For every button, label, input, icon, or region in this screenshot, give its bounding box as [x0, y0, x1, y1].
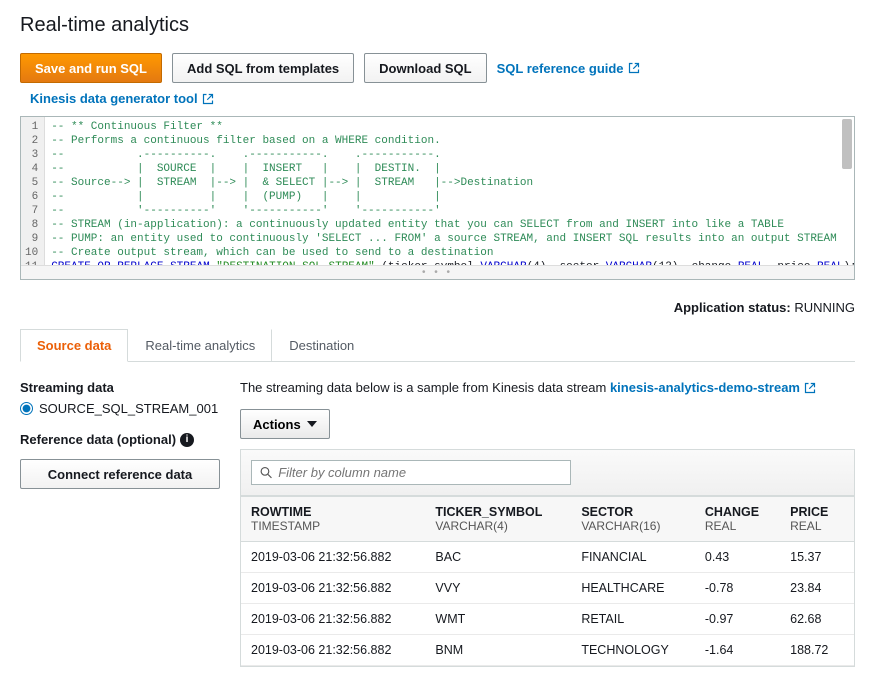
table-cell: 15.37	[780, 542, 847, 573]
actions-label: Actions	[253, 417, 301, 432]
table-cell: -1.64	[695, 635, 780, 666]
table-cell: BAC	[425, 542, 571, 573]
column-header[interactable]: PRICEREAL	[780, 497, 847, 542]
external-link-icon	[202, 93, 214, 105]
filter-box[interactable]	[251, 460, 571, 485]
column-header[interactable]: SECTORVARCHAR(16)	[571, 497, 695, 542]
link-label: SQL reference guide	[497, 61, 624, 76]
column-header[interactable]: ROWTIMETIMESTAMP	[241, 497, 425, 542]
streaming-source-radio[interactable]: SOURCE_SQL_STREAM_001	[20, 401, 220, 416]
editor-gutter: 12345678910111213	[21, 117, 45, 265]
table-row[interactable]: 2019-03-06 21:32:56.882VVYHEALTHCARE-0.7…	[241, 573, 854, 604]
column-header[interactable]: CHANGEREAL	[695, 497, 780, 542]
column-header[interactable]: PARTITION_KEYVARCHAR(512)	[847, 497, 854, 542]
data-table: ROWTIMETIMESTAMPTICKER_SYMBOLVARCHAR(4)S…	[241, 496, 854, 666]
table-cell: PartitionKey	[847, 604, 854, 635]
table-cell: -0.97	[695, 604, 780, 635]
table-cell: -0.78	[695, 573, 780, 604]
reference-heading-text: Reference data (optional)	[20, 432, 176, 447]
status-value: RUNNING	[794, 300, 855, 315]
link-label: Kinesis data generator tool	[30, 91, 198, 106]
external-link-icon	[804, 382, 816, 394]
table-cell: FINANCIAL	[571, 542, 695, 573]
tab-source-data[interactable]: Source data	[20, 329, 128, 362]
info-icon[interactable]: i	[180, 433, 194, 447]
table-cell: 2019-03-06 21:32:56.882	[241, 604, 425, 635]
table-cell: HEALTHCARE	[571, 573, 695, 604]
editor-scrollbar[interactable]	[842, 119, 852, 169]
table-cell: 2019-03-06 21:32:56.882	[241, 635, 425, 666]
streaming-source-label: SOURCE_SQL_STREAM_001	[39, 401, 218, 416]
reference-data-heading: Reference data (optional) i	[20, 432, 220, 447]
editor-resize-grip[interactable]: • • •	[21, 265, 854, 279]
table-cell: PartitionKey	[847, 542, 854, 573]
table-cell: 188.72	[780, 635, 847, 666]
stream-link-text: kinesis-analytics-demo-stream	[610, 380, 800, 395]
table-cell: VVY	[425, 573, 571, 604]
application-status: Application status: RUNNING	[20, 300, 855, 315]
filter-input[interactable]	[278, 465, 562, 480]
table-cell: 0.43	[695, 542, 780, 573]
stream-description: The streaming data below is a sample fro…	[240, 380, 855, 395]
desc-text: The streaming data below is a sample fro…	[240, 380, 610, 395]
table-cell: PartitionKey	[847, 635, 854, 666]
external-link-icon	[628, 62, 640, 74]
tabs: Source dataReal-time analyticsDestinatio…	[20, 329, 855, 362]
table-row[interactable]: 2019-03-06 21:32:56.882BACFINANCIAL0.431…	[241, 542, 854, 573]
table-cell: 62.68	[780, 604, 847, 635]
sql-reference-link[interactable]: SQL reference guide	[497, 61, 640, 76]
data-table-panel: ROWTIMETIMESTAMPTICKER_SYMBOLVARCHAR(4)S…	[240, 449, 855, 667]
sql-editor[interactable]: 12345678910111213 -- ** Continuous Filte…	[20, 116, 855, 280]
table-row[interactable]: 2019-03-06 21:32:56.882BNMTECHNOLOGY-1.6…	[241, 635, 854, 666]
table-cell: 23.84	[780, 573, 847, 604]
table-cell: WMT	[425, 604, 571, 635]
column-header[interactable]: TICKER_SYMBOLVARCHAR(4)	[425, 497, 571, 542]
connect-reference-data-button[interactable]: Connect reference data	[20, 459, 220, 489]
stream-name-link[interactable]: kinesis-analytics-demo-stream	[610, 380, 816, 395]
save-run-sql-button[interactable]: Save and run SQL	[20, 53, 162, 83]
status-label: Application status:	[674, 300, 791, 315]
editor-code[interactable]: -- ** Continuous Filter **-- Performs a …	[45, 117, 854, 265]
table-cell: PartitionKey	[847, 573, 854, 604]
kinesis-data-generator-link[interactable]: Kinesis data generator tool	[30, 91, 214, 106]
table-cell: 2019-03-06 21:32:56.882	[241, 542, 425, 573]
table-cell: TECHNOLOGY	[571, 635, 695, 666]
search-icon	[260, 466, 272, 479]
tab-real-time-analytics[interactable]: Real-time analytics	[128, 329, 272, 361]
table-row[interactable]: 2019-03-06 21:32:56.882WMTRETAIL-0.9762.…	[241, 604, 854, 635]
table-cell: RETAIL	[571, 604, 695, 635]
streaming-source-radio-input[interactable]	[20, 402, 33, 415]
table-cell: BNM	[425, 635, 571, 666]
tab-destination[interactable]: Destination	[272, 329, 371, 361]
actions-dropdown[interactable]: Actions	[240, 409, 330, 439]
add-sql-templates-button[interactable]: Add SQL from templates	[172, 53, 354, 83]
table-cell: 2019-03-06 21:32:56.882	[241, 573, 425, 604]
toolbar: Save and run SQL Add SQL from templates …	[20, 53, 855, 83]
download-sql-button[interactable]: Download SQL	[364, 53, 486, 83]
streaming-data-heading: Streaming data	[20, 380, 220, 395]
chevron-down-icon	[307, 421, 317, 427]
page-title: Real-time analytics	[20, 14, 855, 37]
